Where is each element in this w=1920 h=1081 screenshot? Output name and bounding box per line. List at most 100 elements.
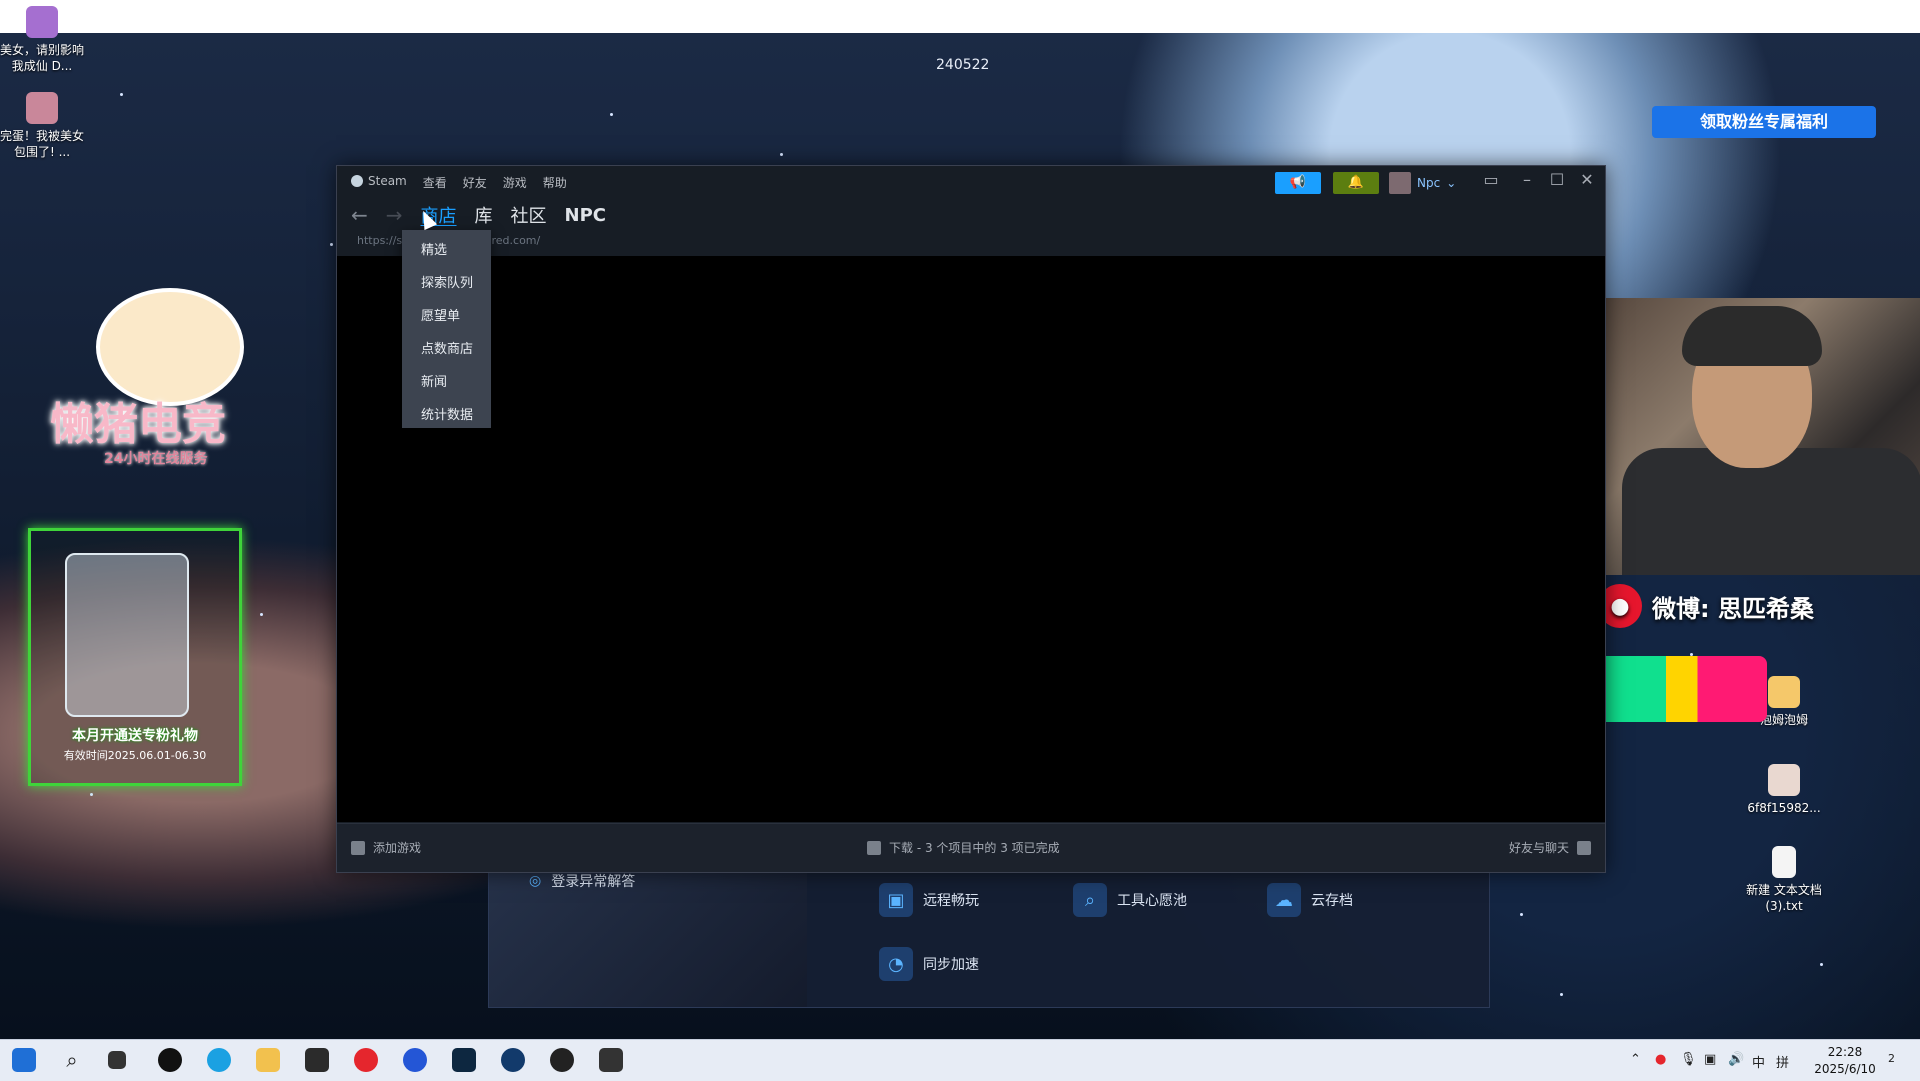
forward-arrow-icon[interactable]: → <box>386 203 403 227</box>
user-menu[interactable]: Npc ⌄ <box>1389 172 1461 194</box>
steam-nav: ← → 商店 库 社区 NPC <box>351 200 606 230</box>
avatar <box>1389 172 1411 194</box>
mascot-logo: 懒猪电竞 24小时在线服务 <box>40 288 290 488</box>
announcement-button[interactable]: 📢 <box>1275 172 1321 194</box>
steam-logo-icon <box>351 175 363 187</box>
steam-titlebar: Steam 查看 好友 游戏 帮助 📢 🔔 Npc ⌄ ▭ – ☐ ✕ <box>337 166 1605 198</box>
beer-promo-date: 有效时间2025.06.01-06.30 <box>63 749 207 762</box>
chevron-down-icon: ⌄ <box>1446 176 1457 190</box>
steam-bottombar: 添加游戏 下载 - 3 个项目中的 3 项已完成 好友与聊天 <box>337 823 1605 872</box>
friends-chat-button[interactable]: 好友与聊天 <box>1509 839 1591 856</box>
desktop-icon-label: 新建 文本文档 (3).txt <box>1746 883 1822 913</box>
ime-mode-indicator[interactable]: 拼 <box>1776 1052 1789 1071</box>
menu-label: Steam <box>368 174 407 188</box>
menu-item-points-shop[interactable]: 点数商店 <box>402 333 491 366</box>
megaphone-icon: 📢 <box>1289 175 1307 190</box>
webcam-person-body <box>1622 448 1920 575</box>
k-app-icon[interactable] <box>403 1048 427 1072</box>
sync-boost-button[interactable]: ◔ 同步加速 <box>879 947 979 981</box>
volume-icon[interactable]: 🔊 <box>1728 1052 1744 1067</box>
app-round-icon[interactable] <box>452 1048 476 1072</box>
webcam-overlay <box>1552 298 1920 575</box>
tab-library[interactable]: 库 <box>475 202 493 228</box>
beer-promo-card: 本月开通送专粉礼物 有效时间2025.06.01-06.30 <box>28 528 242 786</box>
add-game-button[interactable]: 添加游戏 <box>351 839 421 856</box>
weibo-overlay: ● 微博: 思匹希桑 <box>1598 584 1814 628</box>
beer-mug-icon <box>65 553 189 717</box>
download-icon <box>867 840 881 855</box>
feature-label: 云存档 <box>1311 893 1353 909</box>
tab-community[interactable]: 社区 <box>511 202 547 228</box>
login-help-link[interactable]: ◎ 登录异常解答 <box>529 871 635 891</box>
clock-time: 22:28 <box>1827 1045 1863 1059</box>
downloads-status[interactable]: 下载 - 3 个项目中的 3 项已完成 <box>867 839 1060 856</box>
app-g-icon[interactable] <box>305 1048 329 1072</box>
edge-browser-icon[interactable] <box>207 1048 231 1072</box>
qq-icon[interactable] <box>158 1048 182 1072</box>
tray-expand-icon[interactable]: ⌃ <box>1630 1052 1641 1067</box>
search-icon[interactable]: ⌕ <box>60 1048 84 1072</box>
menu-steam[interactable]: Steam <box>351 174 407 191</box>
start-button[interactable] <box>12 1048 36 1072</box>
menu-view[interactable]: 查看 <box>423 174 447 191</box>
maximize-button[interactable]: ☐ <box>1543 170 1571 189</box>
game-icon <box>26 6 58 38</box>
menu-help[interactable]: 帮助 <box>543 174 567 191</box>
menu-item-featured[interactable]: 精选 <box>402 234 491 267</box>
store-content-area[interactable] <box>337 256 1605 822</box>
game-icon <box>26 92 58 124</box>
stream-counter: 240522 <box>936 57 990 73</box>
desktop-icon-game-1[interactable]: 美女，请别影响我成仙 D... <box>0 6 84 74</box>
tool-wish-button[interactable]: ⌕ 工具心愿池 <box>1073 883 1187 917</box>
clock-date: 2025/6/10 <box>1814 1062 1876 1076</box>
notification-count: 2 <box>1888 1052 1895 1065</box>
menu-item-discovery-queue[interactable]: 探索队列 <box>402 267 491 300</box>
chat-icon <box>1577 840 1591 855</box>
menu-item-stats[interactable]: 统计数据 <box>402 399 491 432</box>
bell-icon: 🔔 <box>1347 175 1365 190</box>
remote-play-button[interactable]: ▣ 远程畅玩 <box>879 883 979 917</box>
close-button[interactable]: ✕ <box>1573 170 1601 189</box>
image-file-icon <box>1768 764 1800 796</box>
feature-label: 远程畅玩 <box>923 893 979 909</box>
top-white-bar <box>0 0 1920 33</box>
desktop-icon-label: 泡姆泡姆 <box>1759 713 1808 727</box>
notification-center-icon[interactable]: 2 <box>1888 1052 1895 1065</box>
file-explorer-icon[interactable] <box>256 1048 280 1072</box>
clock[interactable]: 22:28 2025/6/10 <box>1814 1044 1876 1078</box>
feature-label: 工具心愿池 <box>1117 893 1187 909</box>
menu-games[interactable]: 游戏 <box>503 174 527 191</box>
menu-item-wishlist[interactable]: 愿望单 <box>402 300 491 333</box>
menu-friends[interactable]: 好友 <box>463 174 487 191</box>
mascot-subtitle: 24小时在线服务 <box>104 451 208 467</box>
fan-benefit-button[interactable]: 领取粉丝专属福利 <box>1652 106 1876 138</box>
accelerator-panel: ◎ 登录异常解答 ▣ 远程畅玩 ⌕ 工具心愿池 ☁ 云存档 ◔ 同步加速 <box>488 860 1490 1008</box>
microphone-icon[interactable]: 🎙 <box>1680 1052 1697 1067</box>
login-help-label: 登录异常解答 <box>551 874 636 890</box>
back-arrow-icon[interactable]: ← <box>351 203 368 227</box>
speed-gauge-icon: ◔ <box>879 947 913 981</box>
steam-taskbar-icon[interactable] <box>501 1048 525 1072</box>
weibo-text: 微博: 思匹希桑 <box>1652 594 1814 623</box>
desktop-icon-game-2[interactable]: 完蛋！我被美女包围了! ... <box>0 92 84 160</box>
mascot-title: 懒猪电竞 <box>50 399 226 450</box>
notification-button[interactable]: 🔔 <box>1333 172 1379 194</box>
tray-app-icon[interactable]: ● <box>1655 1052 1666 1067</box>
minimize-button[interactable]: – <box>1513 170 1541 189</box>
netease-music-icon[interactable] <box>354 1048 378 1072</box>
app-dark-icon[interactable] <box>550 1048 574 1072</box>
add-game-label: 添加游戏 <box>373 841 422 855</box>
cloud-save-button[interactable]: ☁ 云存档 <box>1267 883 1353 917</box>
app-icon <box>1768 676 1800 708</box>
app-x-icon[interactable] <box>599 1048 623 1072</box>
ime-indicator[interactable]: 中 <box>1752 1052 1765 1071</box>
desktop-icon-textfile[interactable]: 新建 文本文档 (3).txt <box>1742 846 1826 914</box>
tab-profile[interactable]: NPC <box>565 205 606 226</box>
plus-icon <box>351 840 365 855</box>
network-icon[interactable]: ▣ <box>1704 1052 1716 1067</box>
big-picture-icon[interactable]: ▭ <box>1477 170 1505 189</box>
menu-item-news[interactable]: 新闻 <box>402 366 491 399</box>
task-view-icon[interactable] <box>108 1051 126 1069</box>
feature-label: 同步加速 <box>923 957 979 973</box>
desktop-icon-file[interactable]: 6f8f15982... <box>1742 764 1826 816</box>
